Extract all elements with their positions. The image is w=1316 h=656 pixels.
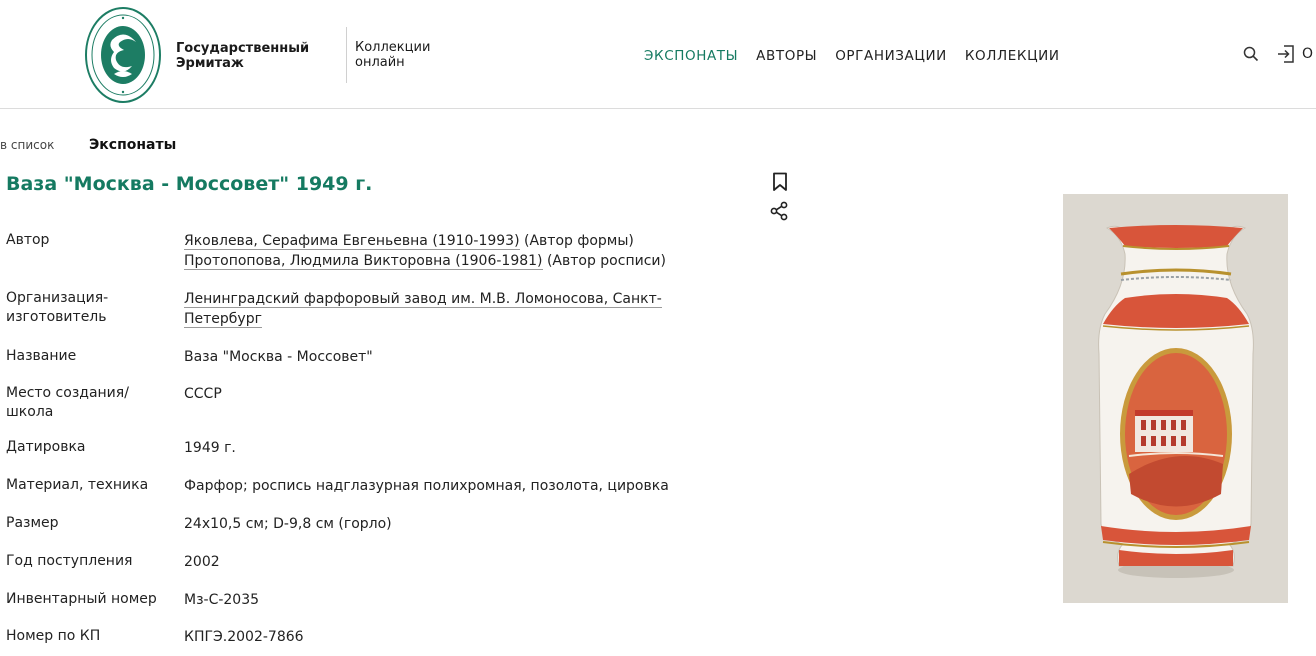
section-name[interactable]: Коллекции онлайн	[355, 40, 465, 70]
detail-value: 24х10,5 см; D-9,8 см (горло)	[184, 516, 392, 532]
author-link[interactable]: Протопопова, Людмила Викторовна (1906-19…	[184, 253, 543, 270]
detail-label: Материал, техника	[6, 477, 149, 493]
detail-label: Организация-изготовитель	[6, 290, 109, 325]
author-link[interactable]: Яковлева, Серафима Евгеньевна (1910-1993…	[184, 233, 520, 250]
nav-item-exhibits[interactable]: ЭКСПОНАТЫ	[644, 48, 738, 64]
hermitage-logo[interactable]	[84, 6, 162, 104]
detail-label: Датировка	[6, 439, 86, 455]
main-nav: ЭКСПОНАТЫ АВТОРЫ ОРГАНИЗАЦИИ КОЛЛЕКЦИИ	[644, 48, 1060, 64]
detail-value: Фарфор; роспись надглазурная полихромная…	[184, 478, 669, 494]
page-title: Ваза "Москва - Моссовет" 1949 г.	[6, 173, 373, 195]
breadcrumb-current[interactable]: Экспонаты	[89, 137, 176, 153]
back-to-list-link[interactable]: в список	[0, 138, 54, 152]
organization-link[interactable]: Ленинградский фарфоровый завод им. М.В. …	[184, 291, 662, 328]
detail-label: Размер	[6, 515, 59, 531]
detail-value: Ваза "Москва - Моссовет"	[184, 349, 373, 365]
detail-value: Яковлева, Серафима Евгеньевна (1910-1993…	[184, 231, 714, 271]
share-icon[interactable]	[769, 201, 789, 221]
detail-label: Год поступления	[6, 553, 133, 569]
detail-value: 2002	[184, 554, 220, 570]
detail-value: СССР	[184, 386, 222, 402]
detail-value: 1949 г.	[184, 440, 236, 456]
detail-label: Инвентарный номер	[6, 591, 157, 607]
brand-name[interactable]: Государственный Эрмитаж	[176, 41, 326, 71]
site-header: Государственный Эрмитаж Коллекции онлайн…	[0, 0, 1316, 109]
login-icon[interactable]	[1276, 44, 1296, 64]
bookmark-icon[interactable]	[772, 172, 788, 192]
detail-label: Место создания/ школа	[6, 385, 129, 420]
search-icon[interactable]	[1243, 46, 1259, 62]
detail-label: Название	[6, 348, 77, 364]
nav-item-organizations[interactable]: ОРГАНИЗАЦИИ	[835, 48, 947, 64]
exhibit-photo[interactable]	[1063, 194, 1288, 603]
header-trailing-text[interactable]: О	[1302, 46, 1313, 62]
nav-item-collections[interactable]: КОЛЛЕКЦИИ	[965, 48, 1060, 64]
detail-value: КПГЭ.2002-7866	[184, 629, 304, 645]
detail-value: Ленинградский фарфоровый завод им. М.В. …	[184, 289, 684, 329]
detail-label: Номер по КП	[6, 628, 101, 644]
detail-value: Мз-С-2035	[184, 592, 260, 608]
author-role: (Автор формы)	[519, 233, 634, 249]
nav-item-authors[interactable]: АВТОРЫ	[756, 48, 817, 64]
header-divider	[346, 27, 347, 83]
detail-label: Автор	[6, 232, 50, 248]
author-role: (Автор росписи)	[542, 253, 666, 269]
